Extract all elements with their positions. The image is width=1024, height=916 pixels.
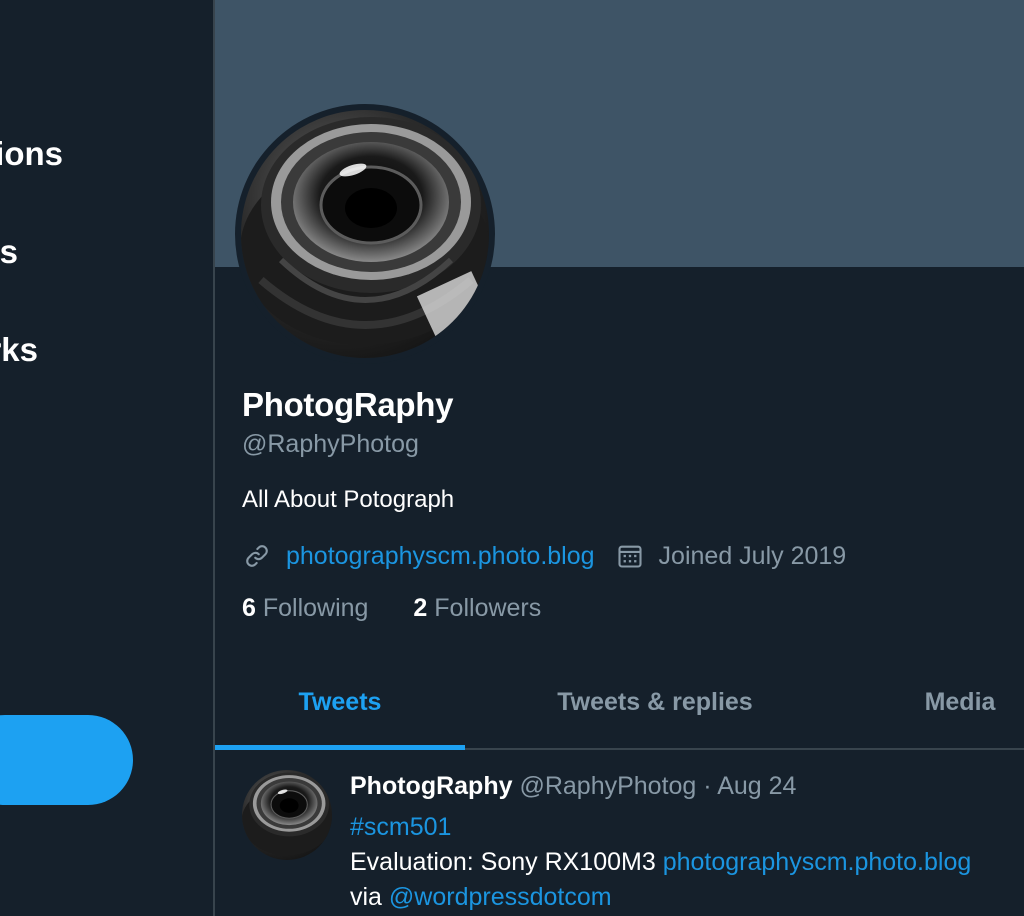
followers-label: Followers (434, 594, 542, 622)
profile-tabs: Tweets Tweets & replies Media (215, 658, 1024, 750)
following-stat[interactable]: 6 Following (242, 594, 368, 623)
tweet-separator: · (703, 772, 712, 800)
tweet-author-handle[interactable]: @RaphyPhotog (519, 772, 696, 800)
profile-stats: 6 Following 2 Followers (242, 594, 541, 623)
tweet-via: via (350, 883, 382, 911)
profile-handle: @RaphyPhotog (242, 430, 419, 458)
sidebar-item-bookmarks[interactable]: Bookmarks (0, 320, 38, 380)
followers-stat[interactable]: 2 Followers (413, 594, 541, 623)
app-frame: Notifications Messages Bookmarks (0, 0, 1024, 916)
profile-avatar[interactable] (235, 104, 495, 364)
following-count: 6 (242, 594, 256, 622)
tweet-hashtag[interactable]: #scm501 (350, 813, 451, 841)
followers-count: 2 (413, 594, 428, 622)
camera-lens-photo (242, 770, 332, 860)
camera-lens-photo (241, 110, 489, 358)
tweet-avatar[interactable] (242, 770, 332, 860)
sidebar-item-label: Notifications (0, 135, 63, 172)
sidebar-item-notifications[interactable]: Notifications (0, 124, 63, 184)
profile-display-name: PhotogRaphy (242, 386, 454, 423)
profile-column: PhotogRaphy @RaphyPhotog All About Potog… (215, 0, 1024, 916)
link-icon (242, 541, 272, 571)
tab-tweets[interactable]: Tweets (215, 658, 465, 750)
sidebar: Notifications Messages Bookmarks (0, 0, 214, 916)
sidebar-item-label: Bookmarks (0, 331, 38, 368)
tweet-button[interactable] (0, 715, 133, 805)
profile-joined-date: Joined July 2019 (658, 541, 847, 570)
tweet-header: PhotogRaphy @RaphyPhotog · Aug 24 (350, 772, 796, 801)
tweet-item[interactable]: PhotogRaphy @RaphyPhotog · Aug 24 #scm50… (215, 752, 1024, 916)
sidebar-item-label: Messages (0, 233, 18, 270)
sidebar-item-messages[interactable]: Messages (0, 222, 18, 282)
tab-media[interactable]: Media (905, 658, 1015, 748)
tweet-date[interactable]: Aug 24 (717, 772, 796, 800)
tweet-author-name[interactable]: PhotogRaphy (350, 772, 513, 800)
following-label: Following (262, 594, 369, 622)
tweet-link[interactable]: photographyscm.photo.blog (663, 848, 972, 876)
tweet-mention[interactable]: @wordpressdotcom (389, 883, 612, 911)
tweet-text: Evaluation: Sony RX100M3 (350, 848, 656, 876)
calendar-icon (615, 541, 645, 571)
profile-meta: photographyscm.photo.blog Joined July 20… (242, 540, 846, 572)
profile-website-link[interactable]: photographyscm.photo.blog (286, 542, 595, 571)
tab-tweets-replies[interactable]: Tweets & replies (515, 658, 795, 748)
tweet-body: #scm501 Evaluation: Sony RX100M3 photogr… (350, 810, 971, 915)
profile-bio: All About Potograph (242, 486, 455, 513)
